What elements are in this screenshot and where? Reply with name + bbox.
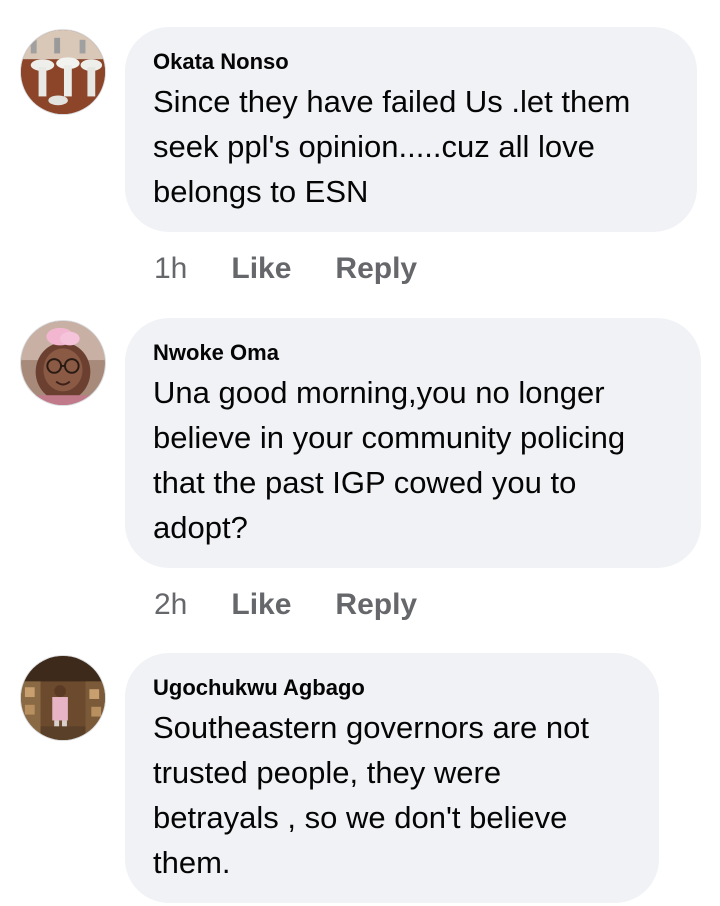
profile-photo-icon: [21, 656, 105, 740]
profile-photo-icon: [21, 321, 105, 405]
comment-author[interactable]: Nwoke Oma: [153, 340, 673, 366]
comment-text: Since they have failed Us .let them seek…: [153, 84, 631, 209]
comment-bubble: Okata Nonso Since they have failed Us .l…: [125, 27, 697, 232]
comment-timestamp[interactable]: 1h: [154, 251, 187, 287]
comment-bubble: Nwoke Oma Una good morning,you no longer…: [125, 318, 701, 568]
comment-actions: 2h Like Reply: [154, 587, 417, 623]
comment-text: Una good morning,you no longer believe i…: [153, 375, 626, 545]
like-button[interactable]: Like: [231, 587, 291, 623]
avatar[interactable]: [20, 29, 106, 115]
reply-button[interactable]: Reply: [335, 587, 417, 623]
like-button[interactable]: Like: [231, 251, 291, 287]
comment-text: Southeastern governors are not trusted p…: [153, 710, 589, 880]
comment-actions: 1h Like Reply: [154, 251, 417, 287]
reply-button[interactable]: Reply: [335, 251, 417, 287]
profile-photo-icon: [21, 30, 105, 114]
comment-bubble: Ugochukwu Agbago Southeastern governors …: [125, 653, 659, 903]
comment-author[interactable]: Ugochukwu Agbago: [153, 675, 631, 701]
comment-timestamp[interactable]: 2h: [154, 587, 187, 623]
avatar[interactable]: [20, 655, 106, 741]
avatar[interactable]: [20, 320, 106, 406]
comment-author[interactable]: Okata Nonso: [153, 49, 669, 75]
